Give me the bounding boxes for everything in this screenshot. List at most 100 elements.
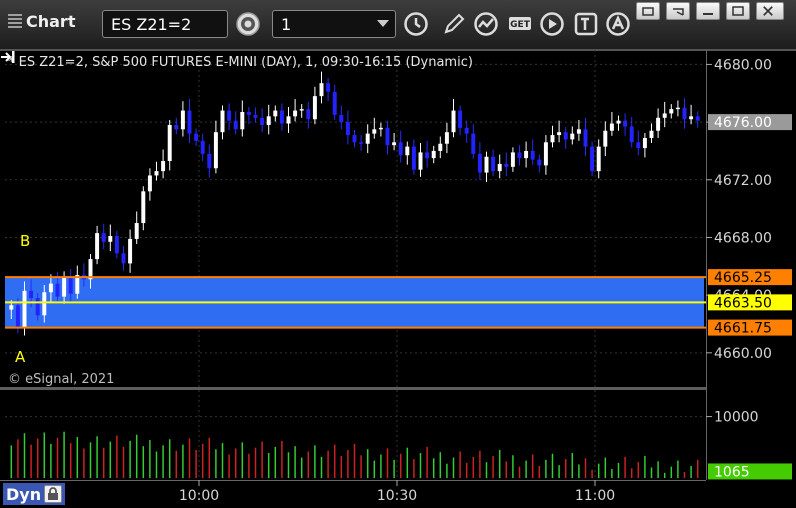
study-icon[interactable] bbox=[472, 10, 500, 38]
text-icon[interactable] bbox=[572, 10, 600, 38]
price-tick-label: 4668.00 bbox=[714, 230, 772, 246]
chart-canvas[interactable]: 10000 1065 4680.00 4676.00 4672.00 4668.00 46… bbox=[0, 50, 796, 508]
candle-body bbox=[689, 116, 694, 120]
close-icon[interactable] bbox=[756, 2, 784, 20]
candle-body bbox=[405, 146, 410, 156]
clock-icon[interactable] bbox=[402, 10, 430, 38]
candle-body bbox=[603, 130, 608, 147]
app-title-label: Chart bbox=[26, 12, 76, 31]
candle-body bbox=[253, 114, 258, 118]
price-level-label: 4663.50 bbox=[714, 295, 772, 311]
time-tick-label: 10:30 bbox=[377, 488, 417, 504]
candle-body bbox=[372, 129, 377, 134]
candle-body bbox=[161, 161, 166, 172]
play-icon[interactable] bbox=[538, 10, 566, 38]
pane-divider bbox=[0, 387, 706, 390]
candle-body bbox=[22, 290, 27, 329]
price-tick-label: 4680.00 bbox=[714, 57, 772, 73]
candle-body bbox=[306, 109, 311, 120]
candle-body bbox=[29, 290, 34, 299]
dyn-label[interactable]: Dyn bbox=[6, 485, 41, 504]
candle-body bbox=[695, 116, 700, 121]
candle-body bbox=[260, 117, 265, 125]
candle-body bbox=[451, 110, 456, 133]
candle-body bbox=[682, 107, 687, 120]
lock-icon[interactable] bbox=[44, 485, 63, 503]
candle-body bbox=[213, 132, 218, 169]
candle-body bbox=[233, 120, 238, 130]
candle-body bbox=[220, 110, 225, 133]
chevron-down-icon[interactable] bbox=[377, 20, 389, 27]
candle-body bbox=[378, 127, 383, 130]
candle-body bbox=[62, 276, 67, 297]
candle-body bbox=[616, 120, 621, 124]
candle-body bbox=[319, 83, 324, 97]
candle-body bbox=[121, 253, 126, 264]
candle-body bbox=[266, 116, 271, 125]
candle-body bbox=[68, 276, 73, 294]
candle-body bbox=[609, 123, 614, 131]
candle-body bbox=[352, 135, 357, 143]
app-title: Chart bbox=[8, 12, 75, 31]
candle-body bbox=[141, 191, 146, 224]
candle-body bbox=[431, 150, 436, 159]
dyn-button[interactable]: Dyn bbox=[3, 483, 65, 505]
candle-body bbox=[385, 127, 390, 146]
candle-body bbox=[425, 152, 430, 159]
candle-body bbox=[299, 109, 304, 111]
candle-body bbox=[484, 156, 489, 173]
restore-icon[interactable] bbox=[636, 2, 660, 20]
candle-body bbox=[114, 236, 119, 254]
scroll-to-end-icon[interactable] bbox=[0, 50, 16, 64]
candle-body bbox=[662, 113, 667, 118]
gear-icon[interactable] bbox=[234, 10, 262, 38]
candle-body bbox=[154, 171, 159, 176]
label-a: A bbox=[15, 348, 26, 366]
candle-body bbox=[418, 152, 423, 170]
candle-body bbox=[293, 110, 298, 117]
candle-body bbox=[623, 120, 628, 127]
chart-area[interactable]: 10000 1065 4680.00 4676.00 4672.00 4668.00 46… bbox=[0, 50, 796, 508]
label-b: B bbox=[20, 232, 30, 250]
candle-body bbox=[590, 146, 595, 172]
candle-body bbox=[200, 140, 205, 154]
maximize-icon[interactable] bbox=[726, 2, 750, 20]
grip-icon[interactable] bbox=[8, 13, 22, 30]
interval-value[interactable]: 1 bbox=[281, 15, 291, 34]
symbol-value[interactable]: ES Z21=2 bbox=[111, 15, 191, 34]
candle-body bbox=[345, 122, 350, 136]
candle-body bbox=[649, 130, 654, 138]
candle-body bbox=[35, 298, 40, 316]
minimize-icon[interactable] bbox=[696, 2, 720, 20]
chart-title: * ES Z21=2, S&P 500 FUTURES E-MINI (DAY)… bbox=[8, 55, 473, 70]
candle-body bbox=[524, 150, 529, 159]
candle-body bbox=[398, 142, 403, 156]
price-tick-label: 4660.00 bbox=[714, 346, 772, 362]
candle-body bbox=[576, 129, 581, 134]
candle-body bbox=[128, 238, 133, 264]
link-icon[interactable] bbox=[666, 2, 690, 20]
candle-body bbox=[583, 129, 588, 147]
alert-icon[interactable] bbox=[604, 10, 632, 38]
candle-body bbox=[286, 116, 291, 124]
candle-body bbox=[642, 137, 647, 149]
candle-body bbox=[563, 132, 568, 140]
get-icon[interactable]: GET bbox=[506, 10, 534, 38]
candle-body bbox=[326, 83, 331, 92]
candle-body bbox=[180, 110, 185, 130]
price-level-label: 4665.25 bbox=[714, 270, 772, 286]
candle-body bbox=[108, 236, 113, 242]
candle-body bbox=[636, 142, 641, 149]
candle-body bbox=[477, 153, 482, 173]
candle-body bbox=[359, 142, 364, 144]
time-tick-label: 11:00 bbox=[575, 488, 615, 504]
candle-body bbox=[207, 153, 212, 169]
pencil-icon[interactable] bbox=[440, 10, 468, 38]
candle-body bbox=[95, 233, 100, 260]
symbol-combo[interactable]: ES Z21=2 bbox=[102, 10, 228, 38]
candle-body bbox=[147, 175, 152, 192]
candle-body bbox=[596, 146, 601, 172]
candle-body bbox=[42, 292, 47, 316]
price-level-label: 4661.75 bbox=[714, 321, 772, 337]
interval-combo[interactable]: 1 bbox=[272, 10, 396, 38]
